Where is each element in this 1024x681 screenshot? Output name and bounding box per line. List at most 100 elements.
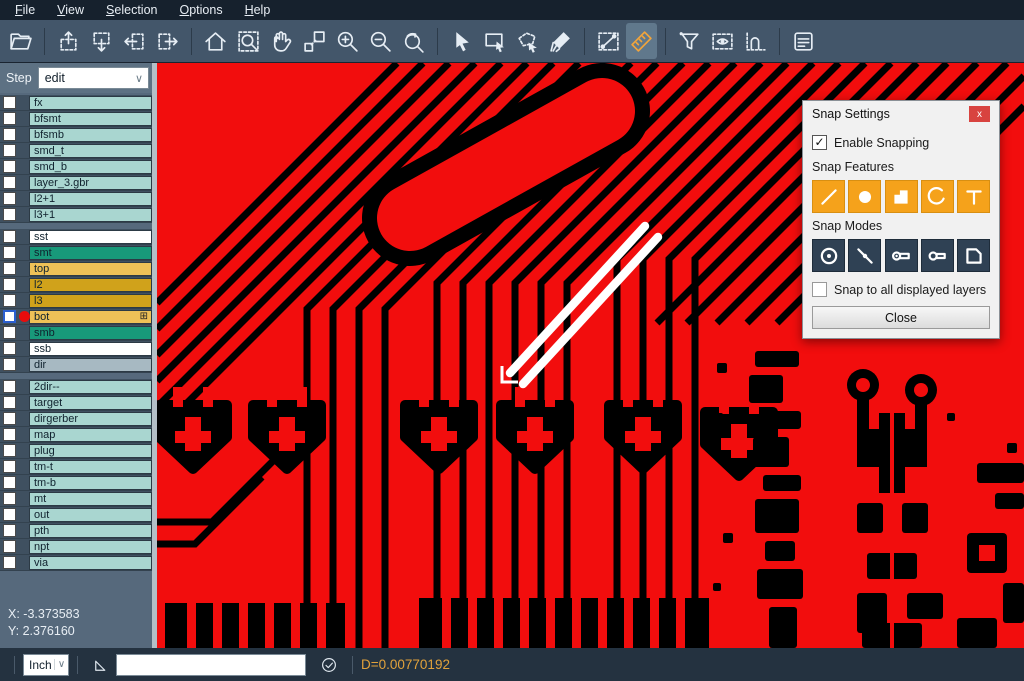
layer-name[interactable]: sst [29,230,152,244]
filter-button[interactable] [674,23,705,59]
enable-snapping-checkbox[interactable]: ✓ [812,135,827,150]
layer-visibility-checkbox[interactable] [3,230,16,243]
snap-arc-button[interactable] [921,180,954,213]
snap-corner-button[interactable] [957,239,990,272]
zoom-window-button[interactable] [299,23,330,59]
layer-visibility-checkbox[interactable] [3,428,16,441]
layer-row-pth[interactable]: pth [0,523,152,539]
layer-row-tm-b[interactable]: tm-b [0,475,152,491]
layer-name[interactable]: plug [29,444,152,458]
layer-row-top[interactable]: top [0,261,152,277]
layer-visibility-checkbox[interactable] [3,128,16,141]
snap-all-layers-row[interactable]: Snap to all displayed layers [812,282,990,297]
layer-name[interactable]: tm-t [29,460,152,474]
snap-line-button[interactable] [812,180,845,213]
layer-visibility-checkbox[interactable] [3,192,16,205]
layer-visibility-checkbox[interactable] [3,310,16,323]
box-down-button[interactable] [86,23,117,59]
layer-row-ssb[interactable]: ssb [0,341,152,357]
menu-help[interactable]: Help [234,0,282,20]
layer-name[interactable]: fx [29,96,152,110]
close-icon[interactable]: x [969,106,990,122]
brush-button[interactable] [545,23,576,59]
snap-center-button[interactable] [812,239,845,272]
open-button[interactable] [5,23,36,59]
rect-select-button[interactable] [479,23,510,59]
layer-row-bot[interactable]: bot⊞ [0,309,152,325]
snap-circle-button[interactable] [848,180,881,213]
menu-options[interactable]: Options [168,0,233,20]
menu-view[interactable]: View [46,0,95,20]
layer-name[interactable]: smd_b [29,160,152,174]
box-left-button[interactable] [119,23,150,59]
layer-visibility-checkbox[interactable] [3,326,16,339]
layer-visibility-checkbox[interactable] [3,96,16,109]
layer-name[interactable]: out [29,508,152,522]
layer-row-2dir--[interactable]: 2dir-- [0,379,152,395]
layer-row-layer_3.gbr[interactable]: layer_3.gbr [0,175,152,191]
layer-name[interactable]: top [29,262,152,276]
layer-row-l3+1[interactable]: l3+1 [0,207,152,223]
layer-row-l2+1[interactable]: l2+1 [0,191,152,207]
layer-name[interactable]: l2+1 [29,192,152,206]
layer-name[interactable]: smb [29,326,152,340]
box-right-button[interactable] [152,23,183,59]
layer-visibility-checkbox[interactable] [3,444,16,457]
angle-measure-icon[interactable] [90,654,112,676]
layer-row-l3[interactable]: l3 [0,293,152,309]
layer-name[interactable]: smt [29,246,152,260]
layer-visibility-checkbox[interactable] [3,460,16,473]
layer-row-bfsmb[interactable]: bfsmb [0,127,152,143]
snap-text-button[interactable] [957,180,990,213]
layer-visibility-checkbox[interactable] [3,508,16,521]
menu-file[interactable]: File [4,0,46,20]
select-button[interactable] [446,23,477,59]
layer-name[interactable]: ssb [29,342,152,356]
layer-visibility-checkbox[interactable] [3,208,16,221]
zoom-in-button[interactable] [332,23,363,59]
close-button[interactable]: Close [812,306,990,329]
layer-visibility-checkbox[interactable] [3,144,16,157]
layer-name[interactable]: bfsmt [29,112,152,126]
layer-visibility-checkbox[interactable] [3,294,16,307]
layer-grid-icon[interactable]: ⊞ [140,312,148,322]
layer-visibility-checkbox[interactable] [3,176,16,189]
snap-midpoint-button[interactable] [848,239,881,272]
layer-row-dir[interactable]: dir [0,357,152,373]
menu-selection[interactable]: Selection [95,0,168,20]
layer-row-smt[interactable]: smt [0,245,152,261]
layer-name[interactable]: dir [29,358,152,372]
layer-name[interactable]: layer_3.gbr [29,176,152,190]
layer-name[interactable]: bot⊞ [29,310,152,324]
layer-visibility-checkbox[interactable] [3,524,16,537]
layer-name[interactable]: map [29,428,152,442]
snap-surface-button[interactable] [885,180,918,213]
zoom-out-button[interactable] [365,23,396,59]
layer-name[interactable]: tm-b [29,476,152,490]
layer-row-fx[interactable]: fx [0,95,152,111]
apply-check-icon[interactable] [318,654,340,676]
chevron-down-icon[interactable]: ∨ [130,72,148,85]
layer-visibility-checkbox[interactable] [3,412,16,425]
layer-row-out[interactable]: out [0,507,152,523]
step-select[interactable]: edit ∨ [38,67,149,89]
layer-visibility-checkbox[interactable] [3,396,16,409]
unit-select[interactable]: Inch ∨ [23,654,69,676]
layer-row-smd_b[interactable]: smd_b [0,159,152,175]
pan-button[interactable] [266,23,297,59]
layer-visibility-checkbox[interactable] [3,160,16,173]
command-input[interactable] [116,654,306,676]
snap-all-layers-checkbox[interactable] [812,282,827,297]
layer-row-bfsmt[interactable]: bfsmt [0,111,152,127]
poly-select-button[interactable] [512,23,543,59]
layer-name[interactable]: smd_t [29,144,152,158]
layer-row-plug[interactable]: plug [0,443,152,459]
zoom-prev-button[interactable] [398,23,429,59]
layer-name[interactable]: bfsmb [29,128,152,142]
layer-visibility-checkbox[interactable] [3,342,16,355]
zoom-region-button[interactable] [233,23,264,59]
layer-row-mt[interactable]: mt [0,491,152,507]
measure-path-button[interactable] [740,23,771,59]
layer-row-dirgerber[interactable]: dirgerber [0,411,152,427]
layer-name[interactable]: l3+1 [29,208,152,222]
